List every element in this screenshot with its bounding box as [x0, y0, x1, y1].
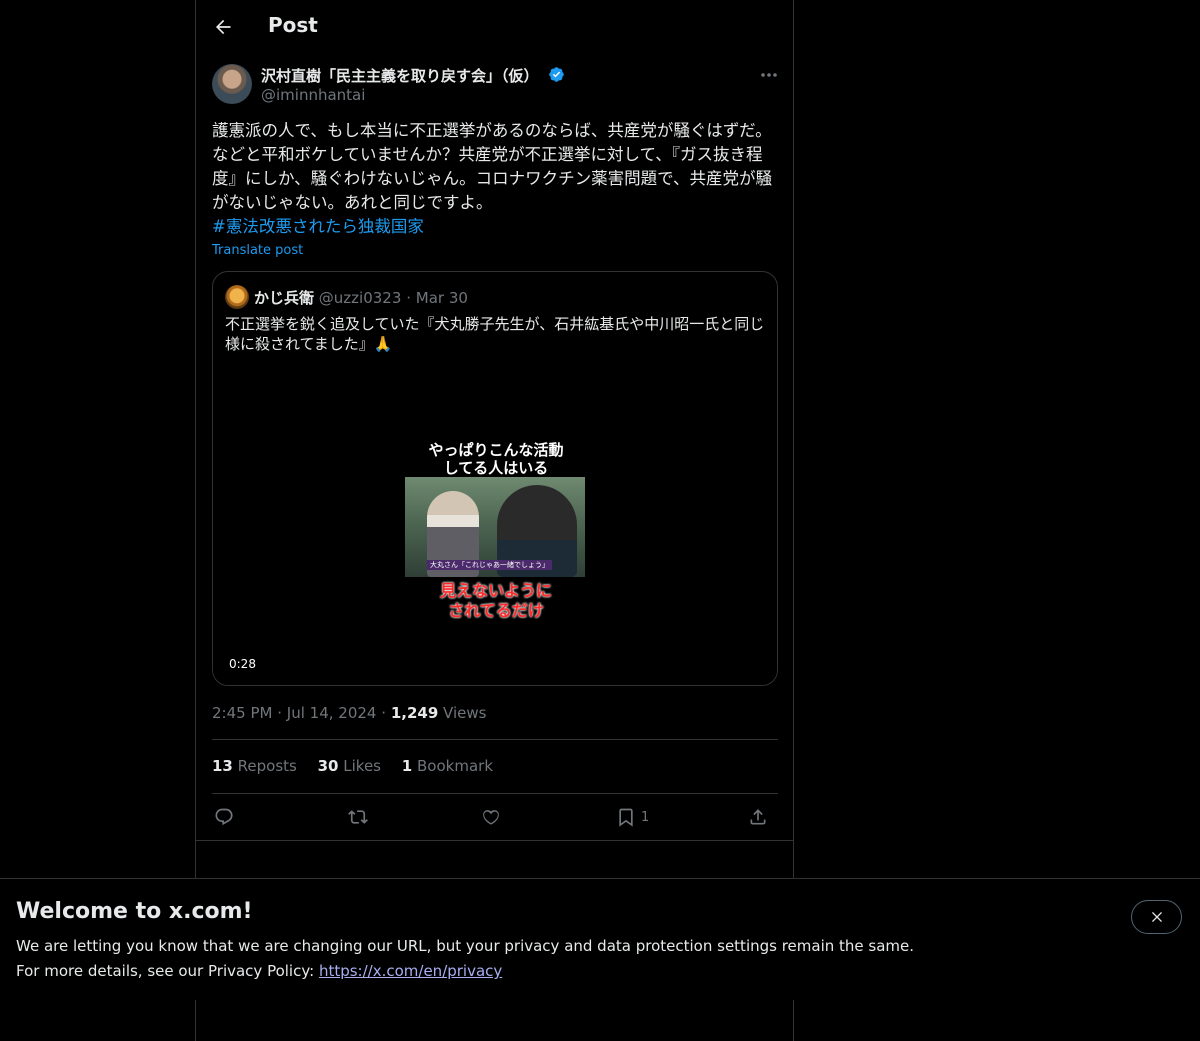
quoted-text: 不正選挙を鋭く追及していた『犬丸勝子先生が、石井紘基氏や中川昭一氏と同じ様に殺さ… — [225, 315, 765, 353]
divider — [212, 793, 778, 794]
post-time[interactable]: 2:45 PM — [212, 704, 272, 722]
separator-dot: · — [406, 289, 411, 307]
author-handle[interactable]: @iminnhantai — [261, 86, 365, 104]
quoted-author-handle[interactable]: @uzzi0323 — [319, 289, 402, 307]
share-icon — [750, 809, 766, 825]
banner-privacy-text: For more details, see our Privacy Policy… — [16, 962, 319, 980]
post-meta: 2:45 PM · Jul 14, 2024 · 1,249 Views — [212, 704, 486, 722]
views-label: Views — [443, 704, 487, 722]
video-caption-bottom-line: 見えないように — [440, 581, 552, 600]
privacy-policy-link[interactable]: https://x.com/en/privacy — [319, 962, 502, 980]
reply-button[interactable] — [214, 804, 234, 830]
banner-privacy-line: For more details, see our Privacy Policy… — [16, 962, 502, 980]
video-subtitle: 大丸さん「これじゃあ一緒でしょう」 — [427, 560, 552, 570]
video-duration: 0:28 — [224, 656, 261, 672]
video-caption-top-line: してる人はいる — [443, 459, 549, 477]
separator-dot: · — [381, 704, 387, 722]
bookmark-count: 1 — [641, 809, 650, 825]
likes-count: 30 — [317, 757, 339, 775]
views-count: 1,249 — [390, 704, 439, 722]
engagement-stats: 13 Reposts 30 Likes 1 Bookmark — [212, 757, 509, 775]
bookmarks-stat[interactable]: 1 Bookmark — [402, 757, 493, 775]
likes-label: Likes — [343, 757, 382, 775]
banner-title: Welcome to x.com! — [16, 899, 253, 924]
verified-badge-icon[interactable] — [548, 66, 565, 83]
page-title: Post — [268, 13, 318, 37]
translate-post-link[interactable]: Translate post — [212, 243, 303, 258]
video-caption-top: やっぱりこんな活動 してる人はいる — [406, 441, 586, 477]
back-arrow-icon — [216, 19, 231, 35]
video-caption-bottom-line: されてるだけ — [448, 601, 544, 620]
reposts-count: 13 — [212, 757, 233, 775]
post-text: 護憲派の人で、もし本当に不正選挙があるのならば、共産党が騒ぐはずだ。などと平和ボ… — [212, 119, 778, 239]
share-button[interactable] — [748, 804, 768, 830]
likes-stat[interactable]: 30 Likes — [318, 757, 381, 775]
bookmark-icon — [619, 808, 633, 827]
close-banner-button[interactable] — [1131, 900, 1182, 934]
video-caption-bottom: 見えないように されてるだけ — [406, 581, 586, 621]
divider — [196, 840, 793, 841]
reposts-label: Reposts — [237, 757, 297, 775]
more-icon — [761, 73, 777, 77]
reposts-stat[interactable]: 13 Reposts — [212, 757, 297, 775]
bookmarks-count: 1 — [401, 757, 413, 775]
hashtag-link[interactable]: #憲法改悪されたら独裁国家 — [212, 215, 778, 239]
quoted-author-meta: かじ兵衛 @uzzi0323 · Mar 30 — [254, 287, 468, 308]
quoted-date[interactable]: Mar 30 — [416, 289, 468, 307]
separator-dot: · — [277, 704, 283, 722]
bookmark-button[interactable]: 1 — [616, 804, 649, 830]
video-caption-top-line: やっぱりこんな活動 — [428, 441, 564, 459]
action-bar: 1 — [212, 804, 778, 830]
repost-icon — [348, 810, 368, 824]
post-date[interactable]: Jul 14, 2024 — [287, 704, 377, 722]
like-button[interactable] — [481, 804, 501, 830]
video-player[interactable]: やっぱりこんな活動 してる人はいる 大丸さん「これじゃあ一緒でしょう」 見えない… — [213, 360, 777, 685]
reply-icon — [215, 808, 233, 826]
welcome-banner: Welcome to x.com! We are letting you kno… — [0, 878, 1200, 1000]
close-icon — [1151, 912, 1162, 922]
quoted-post[interactable]: かじ兵衛 @uzzi0323 · Mar 30 不正選挙を鋭く追及していた『犬丸… — [212, 271, 778, 686]
bookmarks-label: Bookmark — [417, 757, 494, 775]
author-name[interactable]: 沢村直樹「民主主義を取り戻す会」（仮） — [261, 65, 539, 86]
back-button[interactable] — [206, 10, 240, 44]
post-body: 護憲派の人で、もし本当に不正選挙があるのならば、共産党が騒ぐはずだ。などと平和ボ… — [212, 121, 773, 212]
quoted-author-name[interactable]: かじ兵衛 — [254, 289, 314, 307]
more-button[interactable] — [756, 64, 782, 86]
header: Post — [196, 0, 793, 54]
like-icon — [483, 810, 499, 825]
banner-message: We are letting you know that we are chan… — [16, 937, 915, 955]
author-avatar[interactable] — [212, 64, 252, 104]
quoted-author-avatar[interactable] — [225, 285, 249, 309]
divider — [212, 739, 778, 740]
repost-button[interactable] — [347, 804, 369, 830]
video-frame: 大丸さん「これじゃあ一緒でしょう」 — [405, 477, 585, 577]
